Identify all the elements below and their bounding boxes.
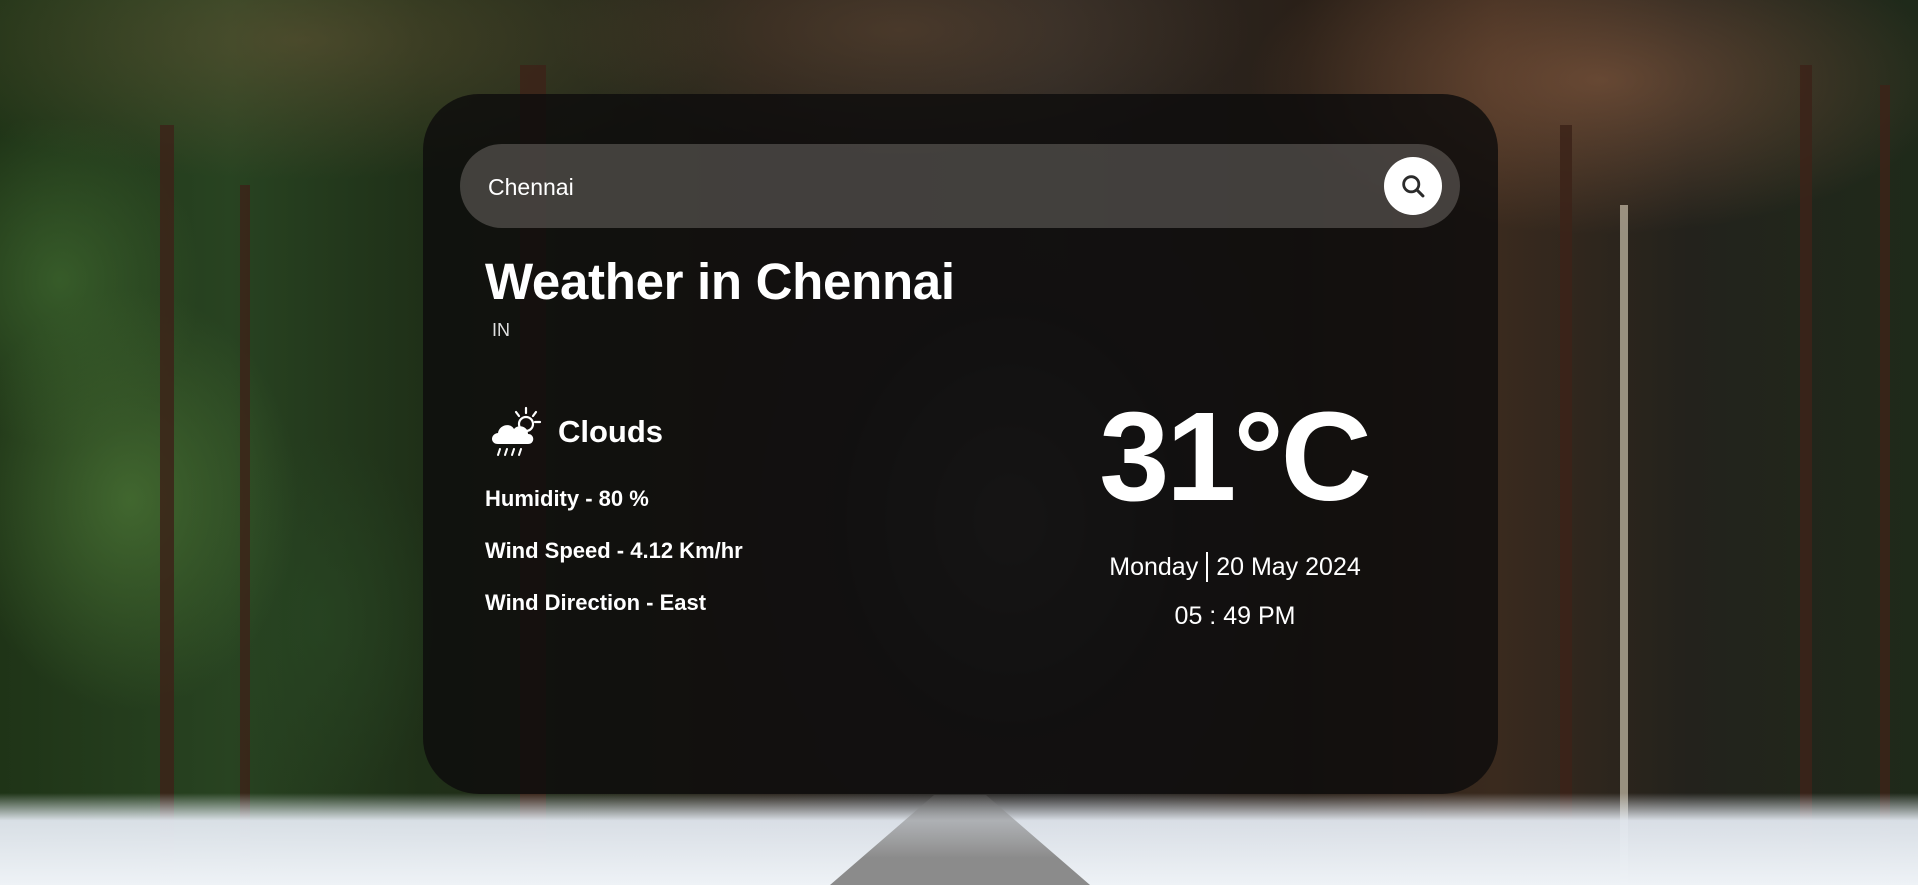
wind-direction-stat: Wind Direction - East — [485, 590, 707, 615]
weather-condition: Clouds — [486, 404, 663, 460]
date-display: Monday 20 May 2024 — [1020, 552, 1450, 582]
weather-card: Weather in Chennai IN Clouds Humidity - … — [423, 94, 1498, 794]
search-bar — [460, 144, 1460, 230]
day-label: Monday — [1109, 552, 1199, 581]
date-label: 20 May 2024 — [1216, 552, 1361, 581]
search-button[interactable] — [1384, 157, 1442, 215]
search-icon — [1402, 175, 1425, 198]
date-separator — [1206, 552, 1209, 582]
temperature: 31°C — [1099, 386, 1372, 527]
city-title: Weather in Chennai — [485, 253, 955, 310]
time-display: 05 : 49 PM — [1174, 602, 1296, 630]
humidity-stat: Humidity - 80 % — [485, 486, 649, 511]
cloud-sun-rain-icon — [492, 406, 542, 456]
wind-speed-stat: Wind Speed - 4.12 Km/hr — [485, 538, 743, 563]
search-input[interactable] — [486, 144, 1370, 230]
country-code: IN — [492, 320, 510, 340]
condition-label: Clouds — [558, 414, 664, 449]
